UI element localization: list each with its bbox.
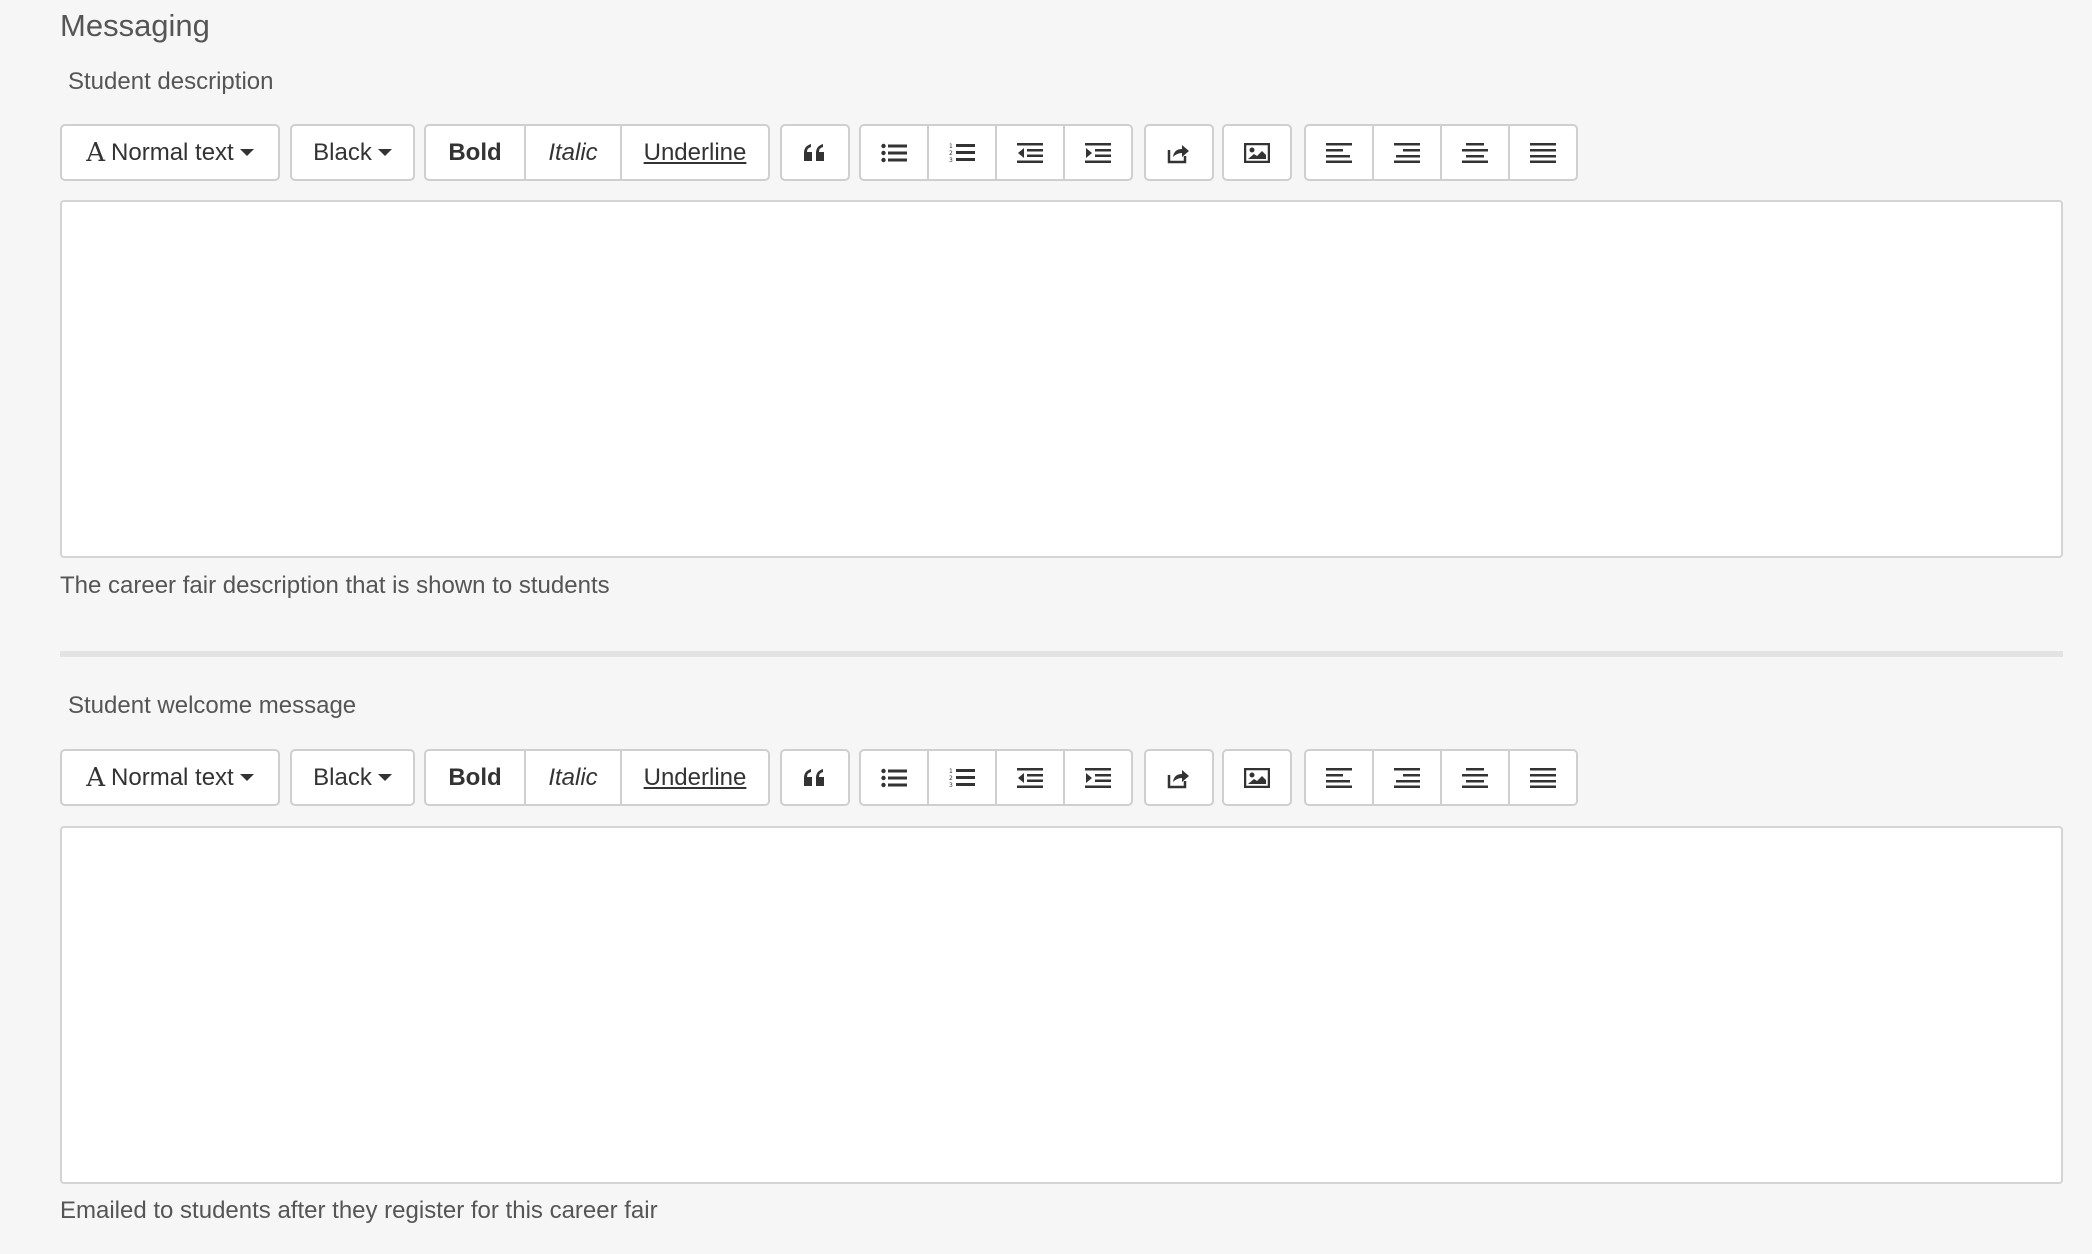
align-right-button[interactable] [1372, 749, 1442, 806]
align-justify-button[interactable] [1508, 124, 1578, 181]
align-right-icon [1394, 767, 1420, 788]
svg-text:2: 2 [949, 775, 953, 782]
color-label: Black [313, 138, 372, 166]
bullet-list-button[interactable] [859, 124, 929, 181]
messaging-page: Messaging Student description A Normal t… [0, 0, 2092, 1254]
caret-down-icon [377, 149, 392, 156]
student-welcome-message-editor[interactable] [60, 826, 2063, 1184]
share-icon [1167, 142, 1191, 164]
format-dropdown[interactable]: A Normal text [60, 749, 280, 806]
align-right-icon [1394, 142, 1420, 163]
format-label: Normal text [111, 138, 234, 166]
student-description-label: Student description [68, 68, 274, 95]
font-icon: A [86, 137, 106, 168]
color-dropdown[interactable]: Black [290, 749, 415, 806]
svg-text:3: 3 [949, 157, 953, 164]
numbered-list-icon: 123 [949, 142, 975, 164]
underline-button[interactable]: Underline [620, 749, 770, 806]
outdent-button[interactable] [995, 749, 1065, 806]
numbered-list-button[interactable]: 123 [927, 124, 997, 181]
bold-button[interactable]: Bold [424, 749, 526, 806]
align-center-button[interactable] [1440, 124, 1510, 181]
outdent-button[interactable] [995, 124, 1065, 181]
format-dropdown[interactable]: A Normal text [60, 124, 280, 181]
caret-down-icon [377, 774, 392, 781]
insert-image-button[interactable] [1222, 124, 1292, 181]
blockquote-button[interactable] [780, 124, 850, 181]
underline-label: Underline [643, 138, 747, 166]
bold-button[interactable]: Bold [424, 124, 526, 181]
align-justify-button[interactable] [1508, 749, 1578, 806]
svg-text:2: 2 [949, 150, 953, 157]
caret-down-icon [239, 149, 254, 156]
student-welcome-message-help: Emailed to students after they register … [60, 1197, 658, 1224]
align-center-icon [1462, 767, 1488, 788]
student-description-toolbar: A Normal text Black Bold Italic Underlin… [60, 124, 1580, 181]
bullet-list-icon [881, 143, 907, 163]
share-icon [1167, 767, 1191, 789]
image-icon [1244, 142, 1270, 163]
color-label: Black [313, 763, 372, 791]
quote-icon [803, 143, 827, 163]
align-left-button[interactable] [1304, 124, 1374, 181]
bullet-list-icon [881, 768, 907, 788]
outdent-icon [1017, 142, 1043, 163]
student-welcome-message-toolbar: A Normal text Black Bold Italic Underlin… [60, 749, 1580, 806]
align-justify-icon [1530, 142, 1556, 163]
caret-down-icon [239, 774, 254, 781]
italic-label: Italic [548, 138, 598, 166]
section-divider [60, 651, 2063, 657]
numbered-list-button[interactable]: 123 [927, 749, 997, 806]
indent-icon [1085, 767, 1111, 788]
student-description-help: The career fair description that is show… [60, 572, 610, 599]
align-left-icon [1326, 142, 1352, 163]
indent-button[interactable] [1063, 749, 1133, 806]
color-dropdown[interactable]: Black [290, 124, 415, 181]
format-label: Normal text [111, 763, 234, 791]
svg-text:1: 1 [949, 143, 953, 150]
svg-text:3: 3 [949, 782, 953, 789]
svg-text:1: 1 [949, 768, 953, 775]
align-left-button[interactable] [1304, 749, 1374, 806]
align-right-button[interactable] [1372, 124, 1442, 181]
italic-button[interactable]: Italic [524, 749, 622, 806]
outdent-icon [1017, 767, 1043, 788]
link-button[interactable] [1144, 124, 1214, 181]
image-icon [1244, 767, 1270, 788]
bullet-list-button[interactable] [859, 749, 929, 806]
align-justify-icon [1530, 767, 1556, 788]
underline-label: Underline [643, 763, 747, 791]
section-title: Messaging [60, 8, 210, 43]
italic-button[interactable]: Italic [524, 124, 622, 181]
student-description-editor[interactable] [60, 200, 2063, 558]
indent-button[interactable] [1063, 124, 1133, 181]
italic-label: Italic [548, 763, 598, 791]
insert-image-button[interactable] [1222, 749, 1292, 806]
student-welcome-message-label: Student welcome message [68, 692, 357, 719]
link-button[interactable] [1144, 749, 1214, 806]
underline-button[interactable]: Underline [620, 124, 770, 181]
align-center-icon [1462, 142, 1488, 163]
indent-icon [1085, 142, 1111, 163]
blockquote-button[interactable] [780, 749, 850, 806]
bold-label: Bold [448, 138, 502, 166]
numbered-list-icon: 123 [949, 767, 975, 789]
font-icon: A [86, 762, 106, 793]
align-left-icon [1326, 767, 1352, 788]
bold-label: Bold [448, 763, 502, 791]
quote-icon [803, 768, 827, 788]
align-center-button[interactable] [1440, 749, 1510, 806]
